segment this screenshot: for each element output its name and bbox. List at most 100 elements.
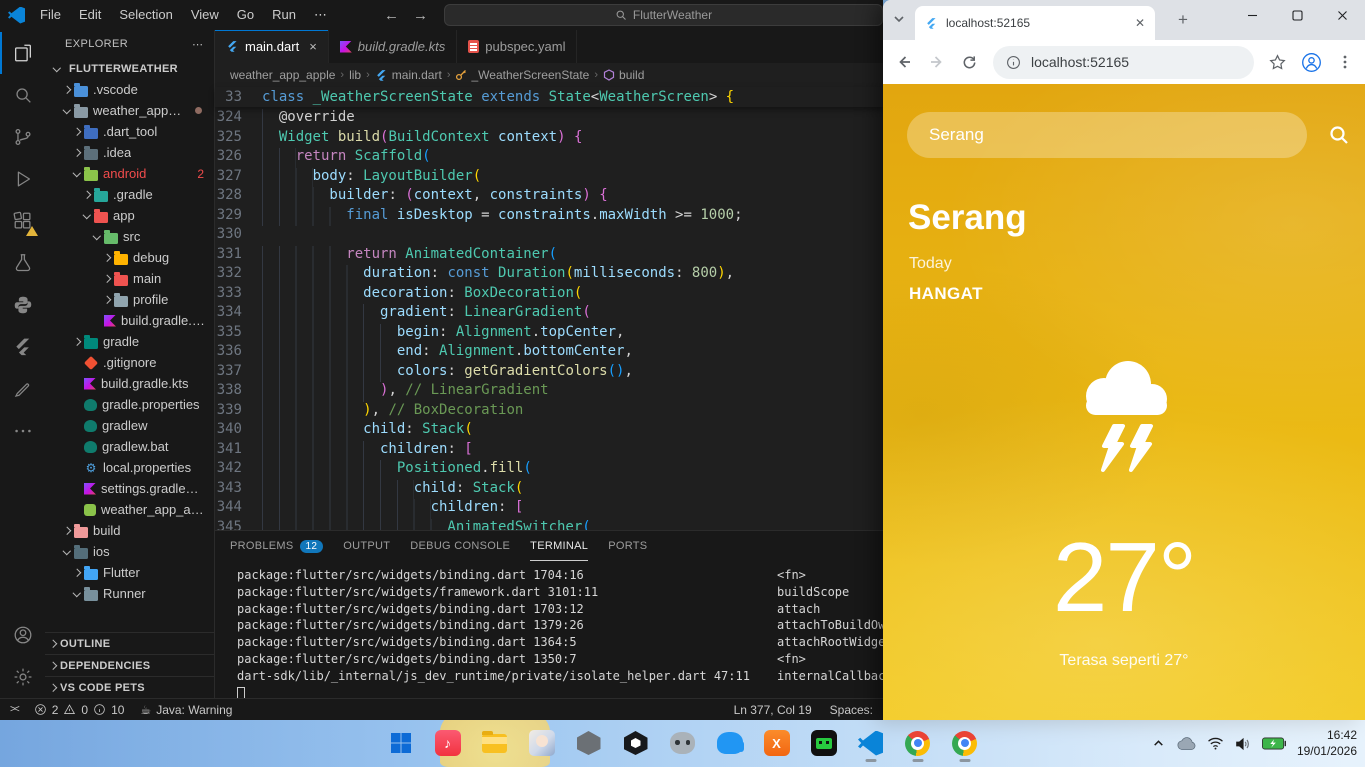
indentation-status[interactable]: Spaces:	[830, 703, 873, 717]
taskbar-godot-icon[interactable]	[663, 723, 703, 763]
tree-item-build[interactable]: build	[45, 520, 214, 541]
weather-search-icon[interactable]	[1327, 123, 1351, 147]
tab-main-dart[interactable]: main.dart×	[215, 30, 329, 63]
tree-item-debug[interactable]: debug	[45, 247, 214, 268]
code-line-336[interactable]: 336 end: Alignment.bottomCenter,	[215, 343, 883, 363]
tree-item--gradle[interactable]: .gradle	[45, 184, 214, 205]
taskbar-apple-music-icon[interactable]: ♪	[428, 723, 468, 763]
back-button[interactable]	[895, 53, 913, 71]
tree-item--idea[interactable]: .idea	[45, 142, 214, 163]
taskbar-file-explorer-icon[interactable]	[475, 723, 515, 763]
section-vs-code-pets[interactable]: VS CODE PETS	[45, 676, 214, 698]
history-forward-icon[interactable]: →	[413, 7, 428, 24]
taskbar-unity-light-icon[interactable]	[569, 723, 609, 763]
section-outline[interactable]: OUTLINE	[45, 632, 214, 654]
tree-item-weather-app-a-[interactable]: weather_app_a…	[45, 499, 214, 520]
code-line-328[interactable]: 328 builder: (context, constraints) {	[215, 187, 883, 207]
section-dependencies[interactable]: DEPENDENCIES	[45, 654, 214, 676]
tree-item--dart-tool[interactable]: .dart_tool	[45, 121, 214, 142]
panel-tab-problems[interactable]: PROBLEMS12	[230, 531, 323, 561]
tree-item-ios[interactable]: ios	[45, 541, 214, 562]
taskbar-xampp-icon[interactable]: X	[757, 723, 797, 763]
taskbar-vscode-icon[interactable]	[851, 723, 891, 763]
explorer-more-icon[interactable]: ⋯	[192, 38, 204, 51]
panel-tab-output[interactable]: OUTPUT	[343, 531, 390, 561]
breadcrumb-weather-app-apple[interactable]: weather_app_apple	[230, 68, 335, 82]
activity-explorer-icon[interactable]	[0, 32, 45, 74]
code-editor[interactable]: 324 @override325 Widget build(BuildConte…	[215, 107, 883, 530]
forward-button[interactable]	[928, 53, 946, 71]
code-line-330[interactable]: 330	[215, 226, 883, 246]
taskbar-robot-terminal-icon[interactable]	[804, 723, 844, 763]
taskbar-unity-dark-icon[interactable]	[616, 723, 656, 763]
onedrive-cloud-icon[interactable]	[1176, 737, 1196, 751]
city-search-input[interactable]	[907, 125, 1307, 145]
code-line-333[interactable]: 333 decoration: BoxDecoration(	[215, 285, 883, 305]
code-line-338[interactable]: 338 ), // LinearGradient	[215, 382, 883, 402]
code-line-340[interactable]: 340 child: Stack(	[215, 421, 883, 441]
menu-edit[interactable]: Edit	[70, 4, 110, 26]
tree-item-gradle-properties[interactable]: gradle.properties	[45, 394, 214, 415]
code-line-341[interactable]: 341 children: [	[215, 441, 883, 461]
taskbar-elephant-blue-icon[interactable]	[710, 723, 750, 763]
activity-more-icon[interactable]	[0, 410, 45, 452]
panel-tab-debug-console[interactable]: DEBUG CONSOLE	[410, 531, 510, 561]
code-line-326[interactable]: 326 return Scaffold(	[215, 148, 883, 168]
terminal-output[interactable]: package:flutter/src/widgets/binding.dart…	[215, 561, 883, 698]
taskbar-windows-start-icon[interactable]	[381, 723, 421, 763]
activity-python-icon[interactable]	[0, 284, 45, 326]
activity-account-icon[interactable]	[0, 614, 45, 656]
menu-selection[interactable]: Selection	[110, 4, 181, 26]
tray-chevron-up-icon[interactable]	[1152, 737, 1165, 750]
activity-run-and-debug-icon[interactable]	[0, 158, 45, 200]
tree-item-flutter[interactable]: Flutter	[45, 562, 214, 583]
menu-dots-icon[interactable]	[1337, 54, 1353, 70]
breadcrumb[interactable]: weather_app_apple›lib›main.dart›_Weather…	[215, 63, 883, 87]
wifi-icon[interactable]	[1207, 737, 1224, 750]
window-minimize-button[interactable]	[1230, 0, 1275, 30]
code-line-342[interactable]: 342 Positioned.fill(	[215, 460, 883, 480]
activity-search-icon[interactable]	[0, 74, 45, 116]
taskbar-chrome-icon[interactable]	[898, 723, 938, 763]
code-line-345[interactable]: 345 AnimatedSwitcher(	[215, 519, 883, 531]
activity-flutter-icon[interactable]	[0, 326, 45, 368]
activity-extensions-icon[interactable]	[0, 200, 45, 242]
breadcrumb-build[interactable]: build	[603, 68, 644, 82]
window-close-button[interactable]	[1320, 0, 1365, 30]
sticky-scroll-line[interactable]: 33class _WeatherScreenState extends Stat…	[215, 87, 883, 107]
menu-run[interactable]: Run	[263, 4, 305, 26]
code-line-339[interactable]: 339 ), // BoxDecoration	[215, 402, 883, 422]
tree-item-main[interactable]: main	[45, 268, 214, 289]
activity-source-control-icon[interactable]	[0, 116, 45, 158]
menu-file[interactable]: File	[31, 4, 70, 26]
tree-item--gitignore[interactable]: .gitignore	[45, 352, 214, 373]
code-line-337[interactable]: 337 colors: getGradientColors(),	[215, 363, 883, 383]
tree-item-app[interactable]: app	[45, 205, 214, 226]
code-line-324[interactable]: 324 @override	[215, 109, 883, 129]
new-tab-button[interactable]: +	[1171, 8, 1195, 32]
volume-icon[interactable]	[1235, 737, 1251, 751]
breadcrumb-lib[interactable]: lib	[349, 68, 361, 82]
activity-settings-icon[interactable]	[0, 656, 45, 698]
breadcrumb-main-dart[interactable]: main.dart	[375, 68, 442, 82]
tree-item-gradlew[interactable]: gradlew	[45, 415, 214, 436]
menu-go[interactable]: Go	[228, 4, 263, 26]
panel-tab-ports[interactable]: PORTS	[608, 531, 647, 561]
code-line-325[interactable]: 325 Widget build(BuildContext context) {	[215, 129, 883, 149]
problems-status[interactable]: 2 0 10	[34, 703, 125, 717]
address-bar[interactable]: localhost:52165	[993, 46, 1254, 79]
code-line-331[interactable]: 331 return AnimatedContainer(	[215, 246, 883, 266]
code-line-327[interactable]: 327 body: LayoutBuilder(	[215, 168, 883, 188]
code-line-335[interactable]: 335 begin: Alignment.topCenter,	[215, 324, 883, 344]
activity-pen-icon[interactable]	[0, 368, 45, 410]
browser-tab[interactable]: localhost:52165 ✕	[915, 6, 1155, 40]
taskbar-avatar-app-icon[interactable]	[522, 723, 562, 763]
site-info-icon[interactable]	[1006, 55, 1021, 70]
menu-view[interactable]: View	[182, 4, 228, 26]
cursor-position[interactable]: Ln 377, Col 19	[734, 703, 812, 717]
taskbar-chrome-icon[interactable]	[945, 723, 985, 763]
tree-item-src[interactable]: src	[45, 226, 214, 247]
tree-item-build-gradle-kts[interactable]: build.gradle.kts	[45, 373, 214, 394]
menu-[interactable]: ⋯	[305, 4, 336, 26]
panel-tab-terminal[interactable]: TERMINAL	[530, 531, 588, 561]
